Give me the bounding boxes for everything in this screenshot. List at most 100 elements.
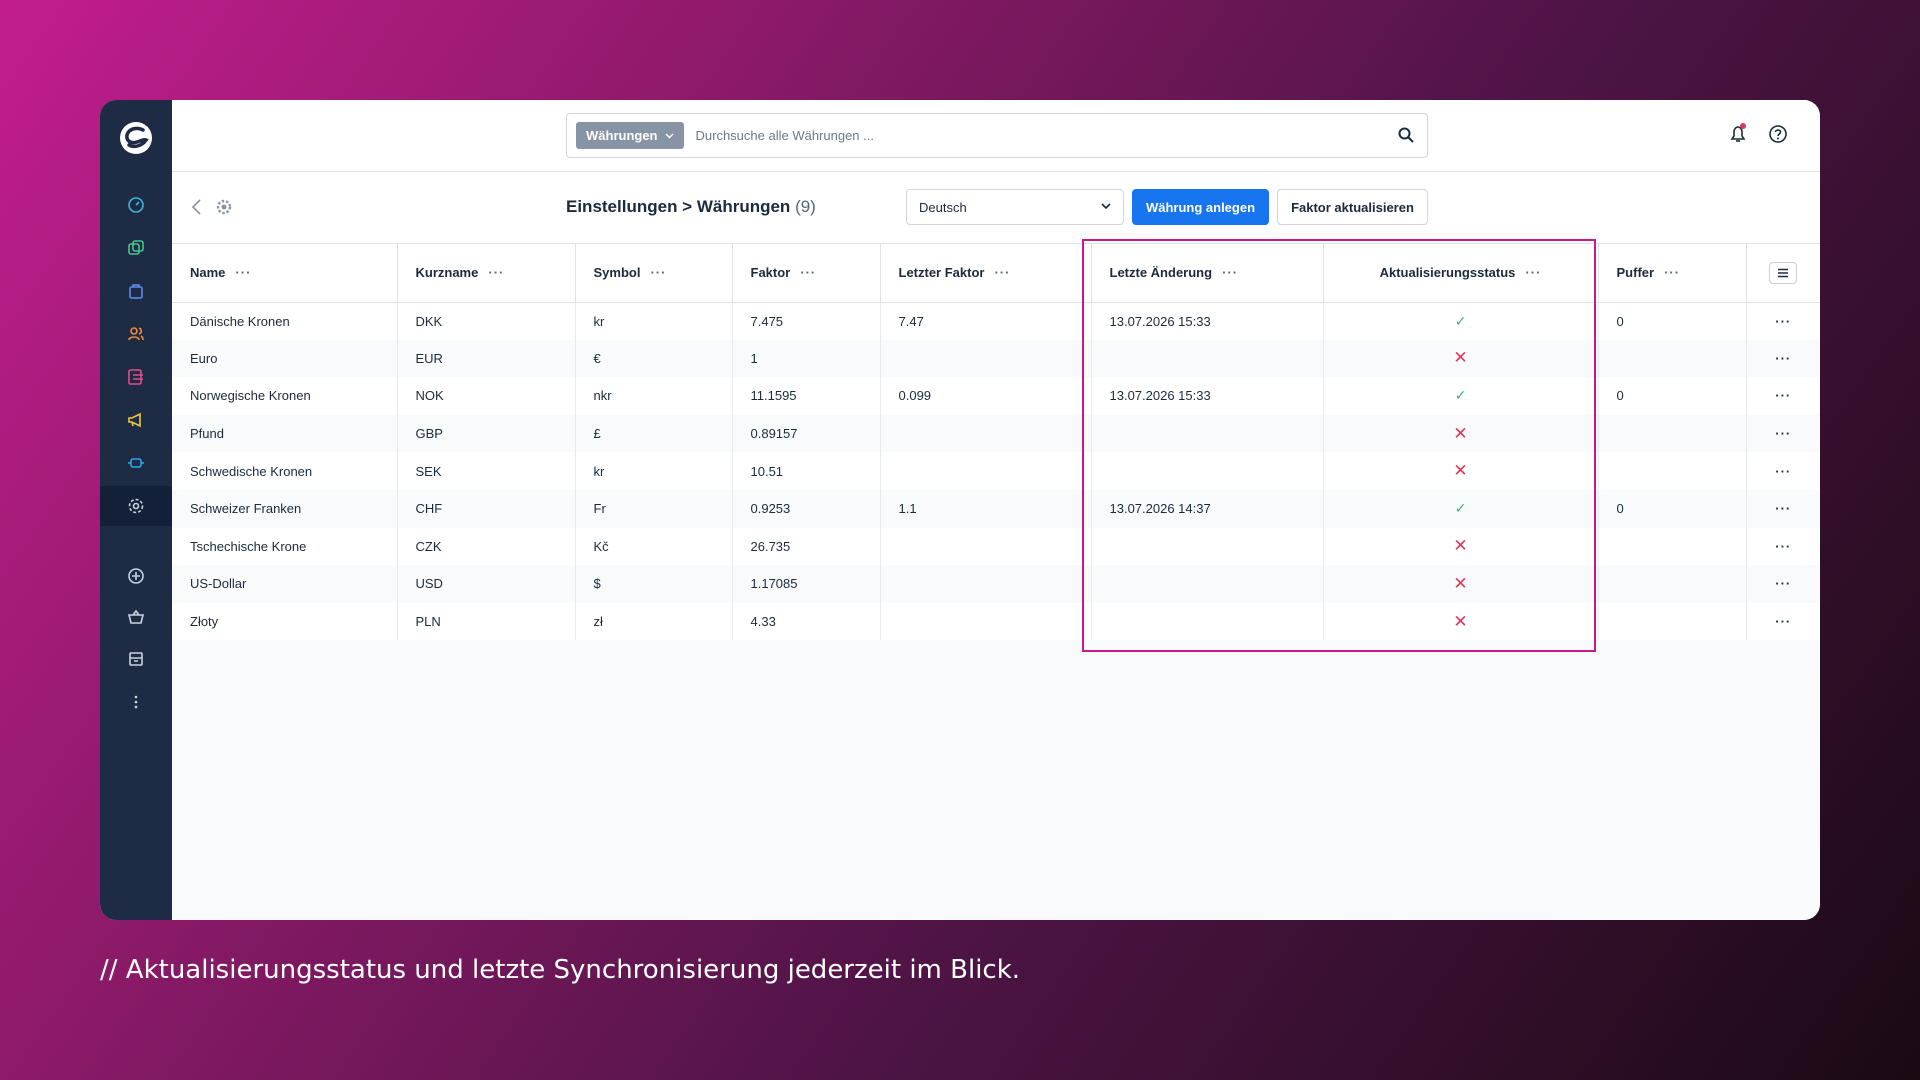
cell-last-change	[1091, 602, 1324, 641]
column-menu-icon[interactable]: ···	[800, 265, 816, 280]
cell-short: GBP	[397, 414, 576, 453]
add-icon[interactable]	[100, 556, 172, 596]
currency-grid: Name ··· Kurzname ··· Symbol ··· Faktor ··· Letz…	[172, 244, 1820, 920]
row-actions-icon[interactable]: ···	[1746, 490, 1820, 528]
cell-status: ✕	[1323, 339, 1599, 378]
search-type-selector[interactable]: Währungen	[576, 122, 684, 149]
cell-status: ✓	[1323, 377, 1599, 415]
column-header-label: Name	[190, 265, 226, 281]
column-settings-icon[interactable]	[1769, 261, 1798, 284]
cell-last-change: 13.07.2026 15:33	[1091, 377, 1324, 415]
customers-icon[interactable]	[100, 314, 172, 354]
column-menu-icon[interactable]: ···	[1664, 265, 1680, 280]
cell-buffer	[1598, 414, 1747, 453]
table-row[interactable]: Pfund GBP £0.89157 ✕ ···	[172, 414, 1820, 453]
row-actions-icon[interactable]: ···	[1746, 302, 1820, 340]
cell-last-change	[1091, 452, 1324, 490]
column-header-last-change[interactable]: Letzte Änderung ···	[1091, 244, 1324, 302]
column-menu-icon[interactable]: ···	[488, 265, 504, 280]
create-currency-button[interactable]: Währung anlegen	[1132, 189, 1269, 225]
more-icon[interactable]	[100, 682, 172, 722]
table-row[interactable]: Dänische Kronen DKK kr 7.475 7.47 13.07.2026 …	[172, 302, 1820, 340]
cross-icon: ✕	[1453, 573, 1468, 593]
column-header-label: Kurzname	[415, 265, 479, 281]
basket-icon[interactable]	[100, 597, 172, 637]
column-header-buffer[interactable]: Puffer ···	[1598, 244, 1747, 302]
main-area: Währungen Einstellungen > Währungen (9) …	[172, 100, 1820, 920]
table-row[interactable]: Schweizer Franken CHF Fr 0.9253 1.1 13.07.202…	[172, 489, 1820, 528]
column-menu-icon[interactable]: ···	[1525, 265, 1541, 280]
settings-icon[interactable]	[100, 486, 172, 526]
check-icon: ✓	[1454, 312, 1467, 329]
orders-icon[interactable]	[100, 271, 172, 311]
cell-last-change: 13.07.2026 15:33	[1091, 302, 1324, 340]
app-window: Währungen Einstellungen > Währungen (9) …	[100, 100, 1820, 920]
topbar: Währungen	[172, 100, 1820, 172]
cross-icon: ✕	[1453, 536, 1468, 556]
cell-short: NOK	[397, 377, 576, 415]
table-row[interactable]: Norwegische Kronen NOK nkr 11.1595 0.099 13.0…	[172, 377, 1820, 415]
row-actions-icon[interactable]: ···	[1746, 415, 1820, 453]
cell-buffer	[1598, 527, 1747, 566]
shopware-logo[interactable]	[118, 120, 154, 156]
table-row[interactable]: Schwedische Kronen SEK kr 10.51 ✕ ···	[172, 452, 1820, 490]
column-header-label: Puffer	[1616, 265, 1655, 281]
row-actions-icon[interactable]: ···	[1746, 452, 1820, 490]
storefront-icon[interactable]	[100, 639, 172, 679]
cell-status: ✕	[1323, 565, 1599, 603]
row-actions-icon[interactable]: ···	[1746, 340, 1820, 378]
column-menu-icon[interactable]: ···	[235, 265, 251, 280]
cell-symbol: nkr	[575, 377, 733, 415]
cell-symbol: kr	[575, 302, 733, 340]
back-icon[interactable]	[190, 198, 204, 216]
update-factor-button[interactable]: Faktor aktualisieren	[1277, 189, 1428, 225]
extensions-icon[interactable]	[100, 443, 172, 483]
dashboard-icon[interactable]	[100, 185, 172, 225]
marketing-icon[interactable]	[100, 400, 172, 440]
column-menu-icon[interactable]: ···	[650, 265, 666, 280]
search-icon[interactable]	[1397, 126, 1415, 144]
search-type-label: Währungen	[586, 128, 658, 143]
cell-name: Dänische Kronen	[172, 302, 398, 340]
table-row[interactable]: Złoty PLN zł 4.33 ✕ ···	[172, 602, 1820, 641]
content-icon[interactable]	[100, 357, 172, 397]
check-icon: ✓	[1454, 500, 1467, 517]
column-header-label: Letzte Änderung	[1109, 265, 1213, 281]
cross-icon: ✕	[1453, 348, 1468, 368]
column-settings	[1746, 244, 1820, 302]
table-row[interactable]: Tschechische Krone CZK Kč 26.735 ✕ ···	[172, 527, 1820, 566]
cell-symbol: €	[575, 339, 733, 378]
cell-symbol: zł	[575, 602, 733, 641]
row-actions-icon[interactable]: ···	[1746, 603, 1820, 641]
column-header-symbol[interactable]: Symbol ···	[575, 244, 733, 302]
cell-buffer	[1598, 452, 1747, 490]
table-row[interactable]: Euro EUR €1 ✕ ···	[172, 339, 1820, 378]
cell-last-factor	[880, 602, 1092, 641]
column-header-name[interactable]: Name ···	[172, 244, 398, 302]
language-select[interactable]: Deutsch	[906, 189, 1124, 225]
cell-short: EUR	[397, 339, 576, 378]
column-menu-icon[interactable]: ···	[994, 265, 1010, 280]
cell-last-factor	[880, 339, 1092, 378]
cell-name: Schwedische Kronen	[172, 452, 398, 490]
column-header-label: Symbol	[593, 265, 641, 281]
column-header-factor[interactable]: Faktor ···	[732, 244, 881, 302]
column-header-status[interactable]: Aktualisierungsstatus ···	[1323, 244, 1599, 302]
search-input[interactable]	[695, 128, 1376, 143]
catalog-icon[interactable]	[100, 228, 172, 268]
row-actions-icon[interactable]: ···	[1746, 565, 1820, 603]
column-header-last-factor[interactable]: Letzter Faktor ···	[880, 244, 1092, 302]
cell-last-change	[1091, 527, 1324, 566]
row-actions-icon[interactable]: ···	[1746, 377, 1820, 415]
column-header-short[interactable]: Kurzname ···	[397, 244, 576, 302]
column-menu-icon[interactable]: ···	[1222, 265, 1238, 280]
row-actions-icon[interactable]: ···	[1746, 528, 1820, 566]
table-row[interactable]: US-Dollar USD $1.17085 ✕ ···	[172, 565, 1820, 603]
cell-buffer	[1598, 602, 1747, 641]
cell-name: Pfund	[172, 414, 398, 453]
help-icon[interactable]	[1768, 124, 1788, 144]
cell-factor: 1.17085	[732, 565, 881, 603]
currency-count: (9)	[795, 197, 816, 216]
cell-symbol: $	[575, 565, 733, 603]
cell-last-factor: 1.1	[880, 489, 1092, 528]
